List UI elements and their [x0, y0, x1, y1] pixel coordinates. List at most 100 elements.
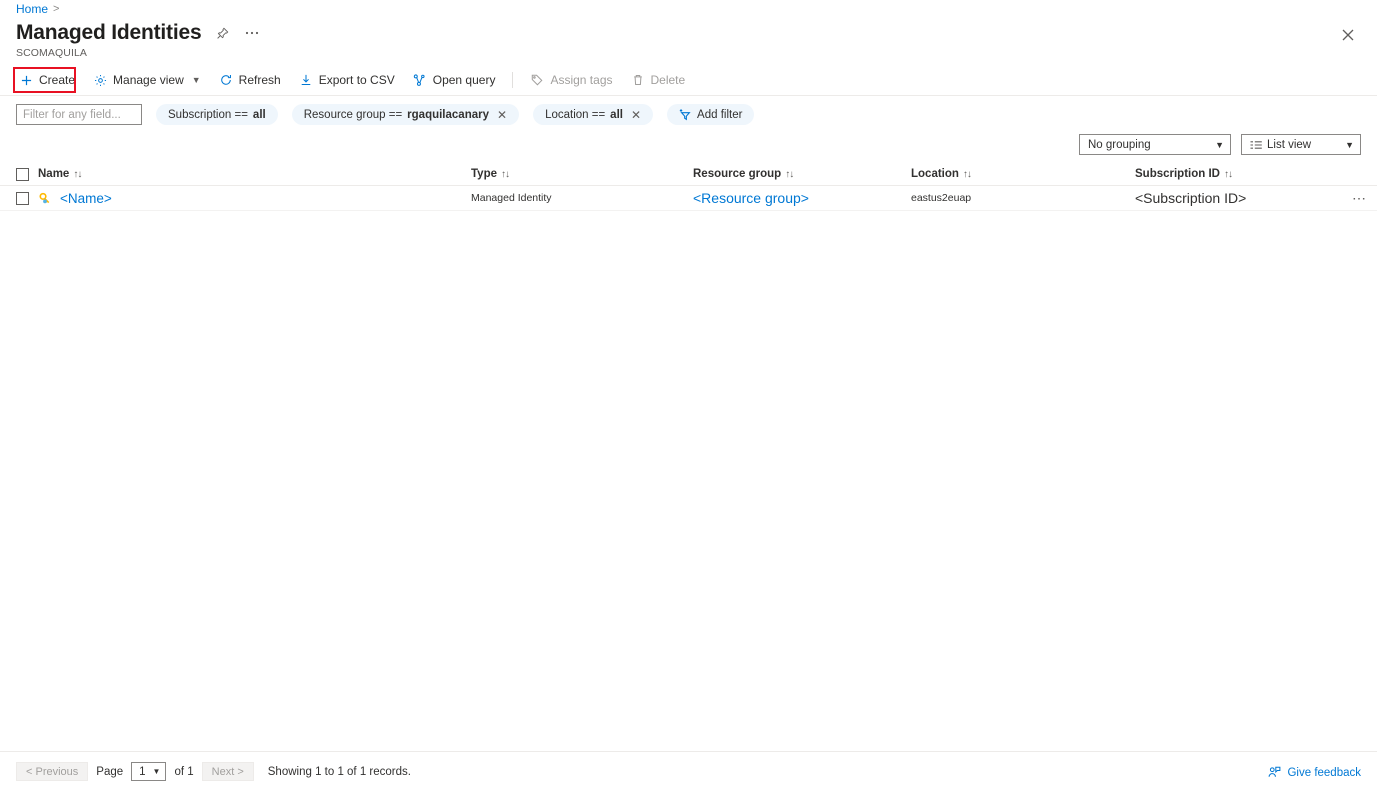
- tag-icon: [530, 73, 544, 87]
- row-cell-type: Managed Identity: [471, 192, 552, 204]
- create-label: Create: [39, 73, 76, 87]
- command-bar: Create Manage view ▼ Refresh Export to C…: [10, 68, 1377, 92]
- column-header-name-label: Name: [38, 168, 70, 180]
- create-button[interactable]: Create: [10, 68, 84, 92]
- delete-button[interactable]: Delete: [622, 68, 695, 92]
- chevron-down-icon: ▼: [191, 75, 201, 85]
- row-checkbox[interactable]: [16, 191, 29, 205]
- view-mode-select[interactable]: List view ▼: [1241, 134, 1361, 155]
- sort-icon[interactable]: ↑↓: [785, 169, 794, 180]
- add-filter-icon: [679, 108, 692, 121]
- column-header-type[interactable]: Type ↑↓: [471, 168, 693, 180]
- delete-label: Delete: [650, 73, 686, 87]
- close-icon[interactable]: [1337, 24, 1359, 46]
- filter-pill-subscription-value: all: [252, 108, 266, 121]
- grouping-select-value: No grouping: [1088, 138, 1151, 151]
- refresh-label: Refresh: [238, 73, 281, 87]
- open-query-label: Open query: [432, 73, 496, 87]
- filter-pill-resource-group-label: Resource group ==: [303, 108, 403, 121]
- sort-icon[interactable]: ↑↓: [73, 169, 82, 180]
- page-number-value: 1: [139, 765, 146, 778]
- filter-pill-location[interactable]: Location == all ✕: [533, 104, 654, 125]
- filter-bar: Subscription == all Resource group == rg…: [16, 104, 755, 125]
- row-cell-resource-group: <Resource group>: [693, 190, 911, 206]
- open-query-button[interactable]: Open query: [404, 68, 505, 92]
- add-filter-label: Add filter: [697, 108, 743, 121]
- column-header-location-label: Location: [911, 168, 959, 180]
- remove-filter-icon[interactable]: ✕: [497, 108, 507, 122]
- column-header-resource-group-label: Resource group: [693, 168, 782, 180]
- table-header-row: Name ↑↓ Type ↑↓ Resource group ↑↓ Locati…: [0, 163, 1377, 186]
- page-title: Managed Identities: [16, 21, 202, 44]
- breadcrumb-home[interactable]: Home: [16, 2, 48, 16]
- refresh-button[interactable]: Refresh: [210, 68, 290, 92]
- page-subtitle: SCOMAQUILA: [16, 47, 88, 59]
- row-cell-menu: ⋯: [1335, 191, 1377, 205]
- breadcrumb: Home >: [16, 2, 59, 16]
- manage-view-button[interactable]: Manage view ▼: [84, 68, 210, 92]
- chevron-right-icon: >: [53, 3, 60, 15]
- row-cell-location: eastus2euap: [911, 192, 972, 204]
- plus-icon: [19, 73, 33, 87]
- pin-icon[interactable]: [213, 24, 231, 42]
- export-csv-label: Export to CSV: [318, 73, 395, 87]
- row-subscription-id-value: <Subscription ID>: [1135, 190, 1247, 206]
- remove-filter-icon[interactable]: ✕: [631, 108, 641, 122]
- next-page-button[interactable]: Next >: [201, 762, 254, 781]
- select-all-checkbox[interactable]: [16, 167, 29, 181]
- give-feedback-link[interactable]: Give feedback: [1268, 766, 1361, 779]
- give-feedback-label: Give feedback: [1287, 766, 1361, 779]
- row-cell-subscription-id: <Subscription ID>: [1135, 190, 1335, 206]
- toolbar-divider: [512, 72, 514, 88]
- refresh-icon: [219, 73, 233, 87]
- page-label: Page: [96, 765, 124, 778]
- managed-identities-page: Home > Managed Identities SCOMAQUILA Cre…: [0, 0, 1377, 791]
- command-bar-divider: [0, 95, 1377, 96]
- previous-page-button[interactable]: < Previous: [16, 762, 89, 781]
- list-view-icon: [1250, 140, 1262, 150]
- resources-table: Name ↑↓ Type ↑↓ Resource group ↑↓ Locati…: [0, 163, 1377, 211]
- row-resource-group-link[interactable]: <Resource group>: [693, 190, 809, 206]
- column-header-subscription-id-label: Subscription ID: [1135, 168, 1220, 180]
- column-header-type-label: Type: [471, 168, 497, 180]
- add-filter-button[interactable]: Add filter: [667, 104, 755, 125]
- filter-pill-subscription[interactable]: Subscription == all: [156, 104, 278, 125]
- page-total-label: of 1: [174, 765, 194, 778]
- gear-icon: [93, 73, 107, 87]
- managed-identity-key-icon: [38, 192, 51, 205]
- row-name-link[interactable]: <Name>: [60, 191, 112, 206]
- chevron-down-icon: ▼: [152, 767, 161, 776]
- row-cell-name: <Name>: [16, 191, 471, 206]
- column-header-resource-group[interactable]: Resource group ↑↓: [693, 168, 911, 180]
- search-input[interactable]: [16, 104, 142, 125]
- sort-icon[interactable]: ↑↓: [1224, 169, 1233, 180]
- filter-pill-resource-group[interactable]: Resource group == rgaquilacanary ✕: [291, 104, 520, 125]
- column-header-name[interactable]: Name ↑↓: [16, 167, 471, 181]
- chevron-down-icon: ▼: [1215, 139, 1224, 150]
- pagination-bar: < Previous Page 1 ▼ of 1 Next > Showing …: [0, 751, 1377, 791]
- filter-pill-location-label: Location ==: [545, 108, 606, 121]
- row-context-menu-icon[interactable]: ⋯: [1352, 191, 1367, 205]
- export-csv-button[interactable]: Export to CSV: [290, 68, 404, 92]
- chevron-down-icon: ▼: [1345, 139, 1354, 150]
- ellipsis-icon[interactable]: [243, 24, 261, 42]
- sort-icon[interactable]: ↑↓: [501, 169, 510, 180]
- page-number-select[interactable]: 1 ▼: [131, 762, 167, 781]
- grouping-select[interactable]: No grouping ▼: [1079, 134, 1231, 155]
- assign-tags-label: Assign tags: [550, 73, 613, 87]
- column-header-subscription-id[interactable]: Subscription ID ↑↓: [1135, 168, 1335, 180]
- assign-tags-button[interactable]: Assign tags: [521, 68, 621, 92]
- filter-pill-resource-group-value: rgaquilacanary: [407, 108, 489, 121]
- column-header-location[interactable]: Location ↑↓: [911, 168, 1135, 180]
- view-controls: No grouping ▼ List view ▼: [1079, 134, 1361, 155]
- filter-pill-location-value: all: [610, 108, 623, 121]
- table-row[interactable]: <Name> Managed Identity <Resource group>…: [0, 186, 1377, 211]
- page-title-row: Managed Identities: [16, 20, 261, 46]
- download-icon: [299, 73, 313, 87]
- view-mode-select-value: List view: [1267, 138, 1312, 151]
- records-count-label: Showing 1 to 1 of 1 records.: [267, 765, 411, 778]
- filter-pill-subscription-label: Subscription ==: [168, 108, 248, 121]
- trash-icon: [631, 73, 645, 87]
- sort-icon[interactable]: ↑↓: [963, 169, 972, 180]
- feedback-person-icon: [1268, 766, 1281, 779]
